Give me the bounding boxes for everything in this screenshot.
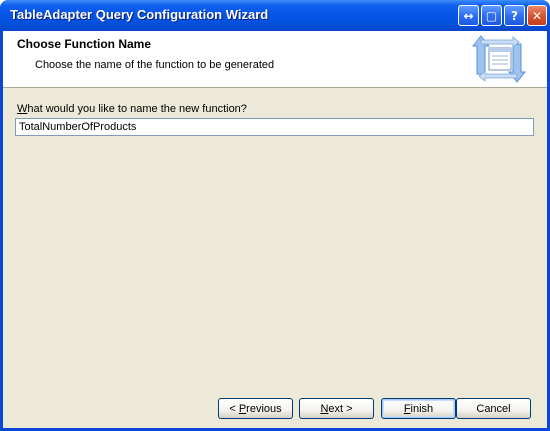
- context-help-icon: ↔: [463, 8, 474, 23]
- page-title: Choose Function Name: [17, 37, 152, 51]
- function-name-input[interactable]: [15, 118, 534, 136]
- previous-accesskey: P: [238, 402, 247, 415]
- wizard-header: Choose Function Name Choose the name of …: [3, 31, 547, 88]
- cancel-button[interactable]: Cancel: [456, 398, 531, 419]
- page-subtitle: Choose the name of the function to be ge…: [35, 59, 275, 71]
- finish-button[interactable]: Finish: [381, 398, 456, 419]
- finish-label: inish: [410, 402, 434, 415]
- cancel-label: Cancel: [476, 402, 511, 415]
- function-name-prompt: What would you like to name the new func…: [17, 103, 247, 115]
- previous-prefix: <: [229, 402, 239, 415]
- previous-button[interactable]: < Previous: [218, 398, 293, 419]
- wizard-window: TableAdapter Query Configuration Wizard …: [0, 0, 550, 431]
- finish-accesskey: F: [403, 402, 411, 415]
- tableadapter-wizard-icon: [471, 35, 527, 83]
- close-button[interactable]: ✕: [527, 5, 547, 26]
- context-help-button[interactable]: ↔: [458, 5, 479, 26]
- restore-button[interactable]: ▢: [481, 5, 502, 26]
- next-label: ext >: [328, 402, 353, 415]
- window-title: TableAdapter Query Configuration Wizard: [10, 7, 269, 22]
- next-button[interactable]: Next >: [299, 398, 374, 419]
- title-bar[interactable]: TableAdapter Query Configuration Wizard …: [0, 0, 550, 31]
- wizard-client-area: Choose Function Name Choose the name of …: [3, 31, 547, 428]
- restore-icon: ▢: [485, 8, 498, 23]
- previous-label: revious: [246, 402, 282, 415]
- close-icon: ✕: [531, 8, 543, 23]
- help-button[interactable]: ?: [504, 5, 525, 26]
- help-icon: ?: [511, 8, 518, 23]
- next-accesskey: N: [320, 402, 329, 415]
- prompt-accesskey: W: [17, 103, 28, 115]
- prompt-text: hat would you like to name the new funct…: [27, 103, 247, 115]
